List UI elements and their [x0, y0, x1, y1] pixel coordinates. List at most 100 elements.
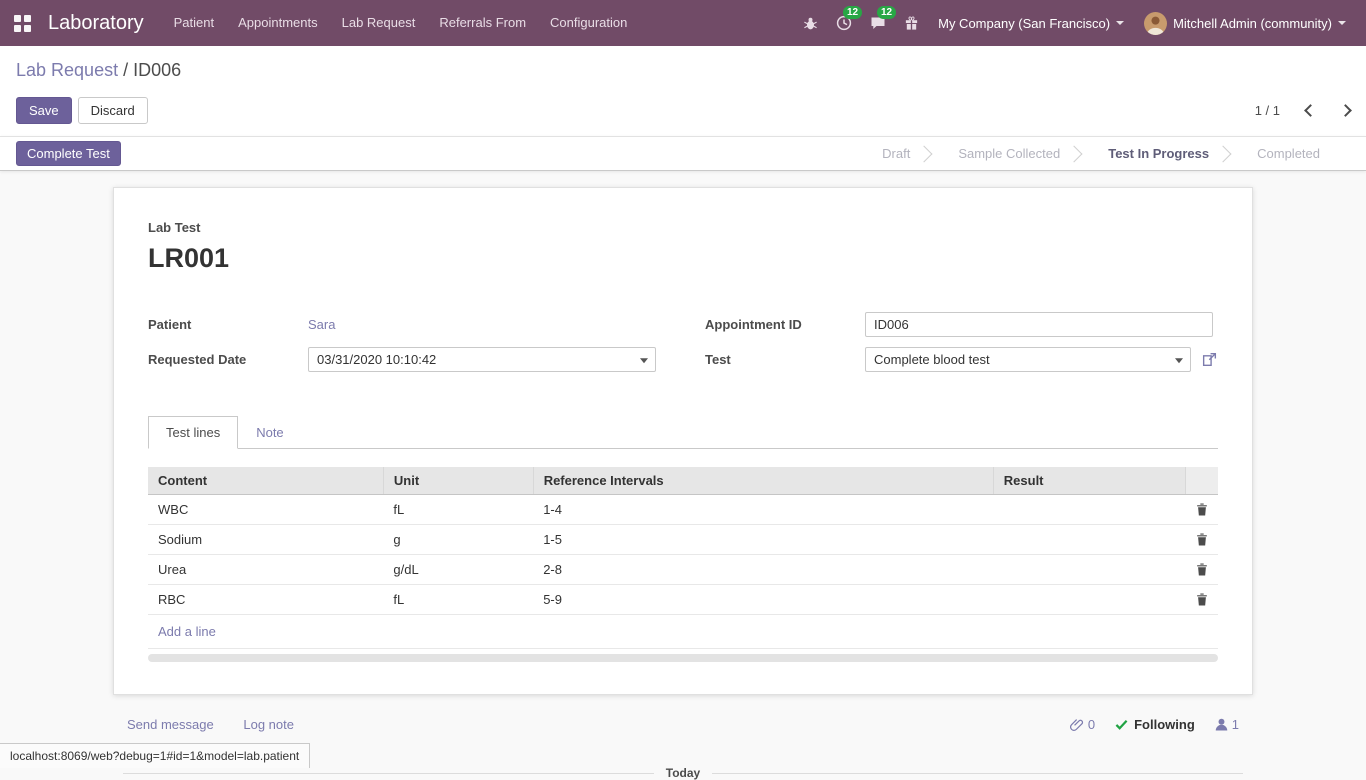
main-menu: Patient Appointments Lab Request Referra… — [162, 0, 640, 46]
page-title: LR001 — [148, 243, 1218, 274]
activities-badge: 12 — [843, 6, 862, 19]
field-group: Patient Sara Appointment ID Requested Da… — [148, 310, 1218, 374]
menu-patient[interactable]: Patient — [162, 0, 226, 46]
step-test-in-progress[interactable]: Test In Progress — [1090, 141, 1239, 166]
paperclip-icon — [1070, 718, 1084, 732]
cell-content[interactable]: Sodium — [148, 525, 383, 555]
step-sample-collected[interactable]: Sample Collected — [940, 141, 1090, 166]
pager-next-icon[interactable] — [1339, 104, 1352, 117]
menu-configuration[interactable]: Configuration — [538, 0, 639, 46]
requested-date-picker — [308, 347, 656, 372]
breadcrumb-parent[interactable]: Lab Request — [16, 60, 118, 80]
breadcrumb: Lab Request / ID006 — [16, 60, 1350, 81]
appointment-id-input[interactable] — [865, 312, 1213, 337]
notebook-tabs: Test lines Note — [148, 416, 1218, 449]
table-row[interactable]: WBC fL 1-4 — [148, 495, 1218, 525]
day-divider: Today — [123, 766, 1243, 780]
pager-value: 1 / 1 — [1255, 103, 1280, 118]
tab-test-lines[interactable]: Test lines — [148, 416, 238, 449]
save-button[interactable]: Save — [16, 97, 72, 124]
test-lines-table: Content Unit Reference Intervals Result … — [148, 467, 1218, 615]
gift-button[interactable] — [895, 16, 928, 31]
test-select[interactable] — [865, 347, 1191, 372]
followers-count: 1 — [1232, 717, 1239, 732]
top-navbar: Laboratory Patient Appointments Lab Requ… — [0, 0, 1366, 46]
header-unit[interactable]: Unit — [383, 467, 533, 495]
delete-row-button[interactable] — [1186, 525, 1218, 555]
followers-button[interactable]: 1 — [1215, 717, 1239, 732]
form-view: Lab Test LR001 Patient Sara Appointment … — [0, 171, 1366, 780]
control-panel: Lab Request / ID006 Save Discard 1 / 1 — [0, 46, 1366, 136]
attachments-button[interactable]: 0 — [1070, 717, 1095, 732]
cell-interval[interactable]: 1-5 — [533, 525, 993, 555]
appointment-id-label: Appointment ID — [705, 317, 865, 332]
pager: 1 / 1 — [1255, 103, 1350, 118]
header-content[interactable]: Content — [148, 467, 383, 495]
following-button[interactable]: Following — [1115, 717, 1195, 732]
person-icon — [1215, 718, 1228, 731]
cell-result[interactable] — [993, 495, 1186, 525]
cell-content[interactable]: WBC — [148, 495, 383, 525]
following-label: Following — [1134, 717, 1195, 732]
apps-menu-icon[interactable] — [0, 0, 44, 46]
user-menu[interactable]: Mitchell Admin (community) — [1134, 0, 1356, 46]
company-switcher[interactable]: My Company (San Francisco) — [928, 0, 1134, 46]
cell-interval[interactable]: 1-4 — [533, 495, 993, 525]
table-row[interactable]: RBC fL 5-9 — [148, 585, 1218, 615]
table-row[interactable]: Urea g/dL 2-8 — [148, 555, 1218, 585]
send-message-button[interactable]: Send message — [127, 717, 214, 732]
header-actions — [1186, 467, 1218, 495]
header-reference-intervals[interactable]: Reference Intervals — [533, 467, 993, 495]
form-sheet: Lab Test LR001 Patient Sara Appointment … — [113, 187, 1253, 695]
cell-unit[interactable]: g/dL — [383, 555, 533, 585]
messages-button[interactable]: 12 — [861, 15, 895, 31]
cell-result[interactable] — [993, 555, 1186, 585]
header-result[interactable]: Result — [993, 467, 1186, 495]
debug-bug-icon[interactable] — [794, 16, 827, 31]
delete-row-button[interactable] — [1186, 495, 1218, 525]
cell-unit[interactable]: fL — [383, 495, 533, 525]
day-divider-label: Today — [666, 766, 700, 780]
patient-value-link[interactable]: Sara — [308, 317, 335, 332]
cell-unit[interactable]: g — [383, 525, 533, 555]
pager-previous-icon[interactable] — [1304, 104, 1317, 117]
cell-unit[interactable]: fL — [383, 585, 533, 615]
bug-icon — [803, 16, 818, 31]
discard-button[interactable]: Discard — [78, 97, 148, 124]
trash-icon — [1196, 593, 1208, 606]
menu-lab-request[interactable]: Lab Request — [330, 0, 428, 46]
add-line-row: Add a line — [148, 615, 1218, 649]
tab-note[interactable]: Note — [238, 416, 301, 449]
grid-icon — [14, 15, 31, 32]
complete-test-button[interactable]: Complete Test — [16, 141, 121, 166]
cell-result[interactable] — [993, 525, 1186, 555]
menu-appointments[interactable]: Appointments — [226, 0, 330, 46]
company-name: My Company (San Francisco) — [938, 16, 1110, 31]
user-name: Mitchell Admin (community) — [1173, 16, 1332, 31]
chatter-toolbar: Send message Log note 0 Following — [113, 717, 1253, 732]
menu-referrals-from[interactable]: Referrals From — [427, 0, 538, 46]
delete-row-button[interactable] — [1186, 555, 1218, 585]
log-note-button[interactable]: Log note — [243, 717, 294, 732]
cell-interval[interactable]: 2-8 — [533, 555, 993, 585]
delete-row-button[interactable] — [1186, 585, 1218, 615]
horizontal-scrollbar[interactable] — [148, 654, 1218, 662]
cell-content[interactable]: RBC — [148, 585, 383, 615]
cell-result[interactable] — [993, 585, 1186, 615]
breadcrumb-current: ID006 — [133, 60, 181, 80]
app-brand[interactable]: Laboratory — [44, 12, 162, 35]
check-icon — [1115, 718, 1128, 731]
doc-type-label: Lab Test — [148, 220, 1218, 235]
table-row[interactable]: Sodium g 1-5 — [148, 525, 1218, 555]
trash-icon — [1196, 563, 1208, 576]
requested-date-input[interactable] — [308, 347, 656, 372]
open-test-record-button[interactable] — [1201, 351, 1218, 368]
add-a-line-link[interactable]: Add a line — [158, 624, 216, 639]
activities-button[interactable]: 12 — [827, 15, 861, 31]
test-select-wrap — [865, 347, 1191, 372]
step-completed[interactable]: Completed — [1239, 141, 1350, 166]
cell-interval[interactable]: 5-9 — [533, 585, 993, 615]
step-draft[interactable]: Draft — [864, 141, 940, 166]
cell-content[interactable]: Urea — [148, 555, 383, 585]
table-header-row: Content Unit Reference Intervals Result — [148, 467, 1218, 495]
